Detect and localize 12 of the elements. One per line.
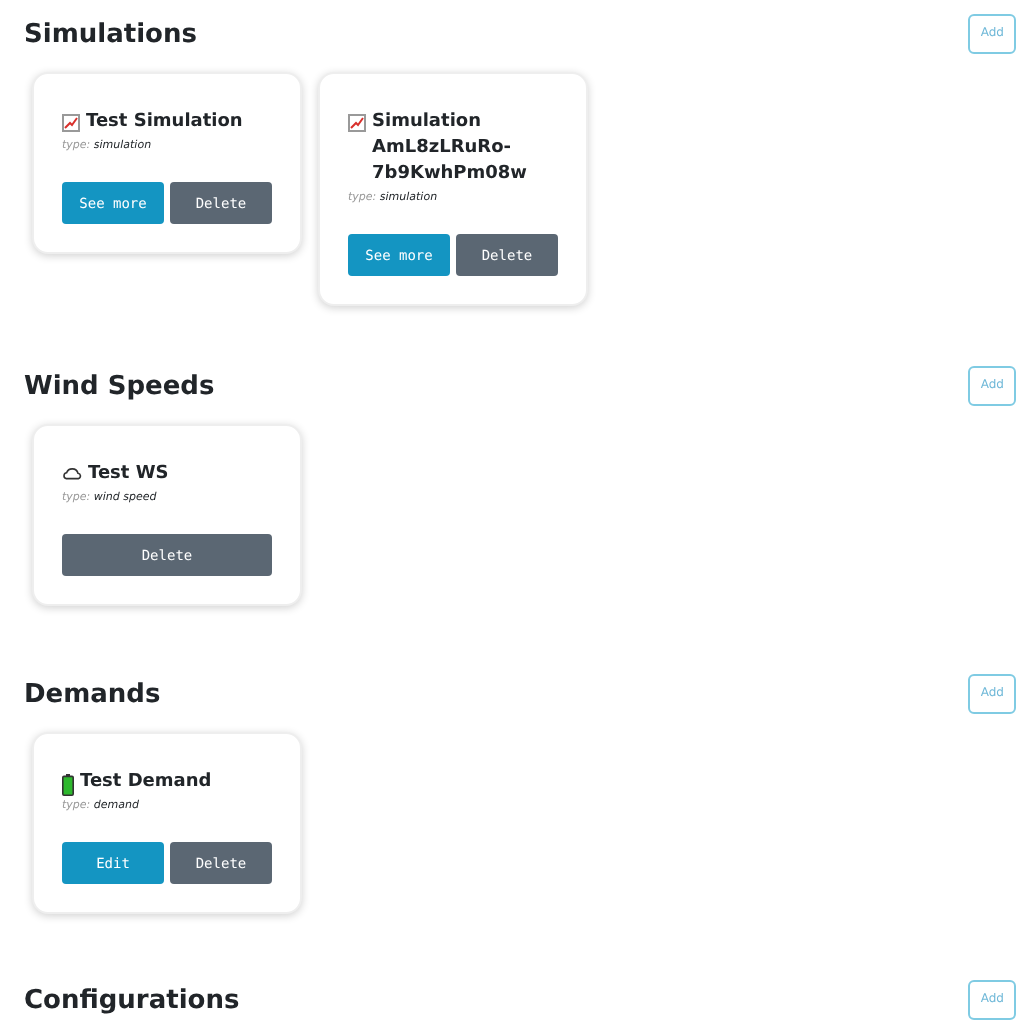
- chart-icon: [348, 114, 366, 132]
- section-heading: Demands: [24, 678, 161, 714]
- section-heading: Simulations: [24, 18, 197, 54]
- section-heading: Configurations: [24, 984, 240, 1020]
- item-title: Simulation AmL8zLRuRo-7b9KwhPm08w: [372, 110, 529, 188]
- section-heading: Wind Speeds: [24, 370, 215, 406]
- battery-icon: [62, 774, 74, 796]
- item-title: Test Demand: [80, 770, 212, 796]
- cloud-icon: [62, 466, 82, 480]
- chart-icon: [62, 114, 80, 132]
- item-title: Test WS: [88, 462, 169, 488]
- item-title: Test Simulation: [86, 110, 243, 136]
